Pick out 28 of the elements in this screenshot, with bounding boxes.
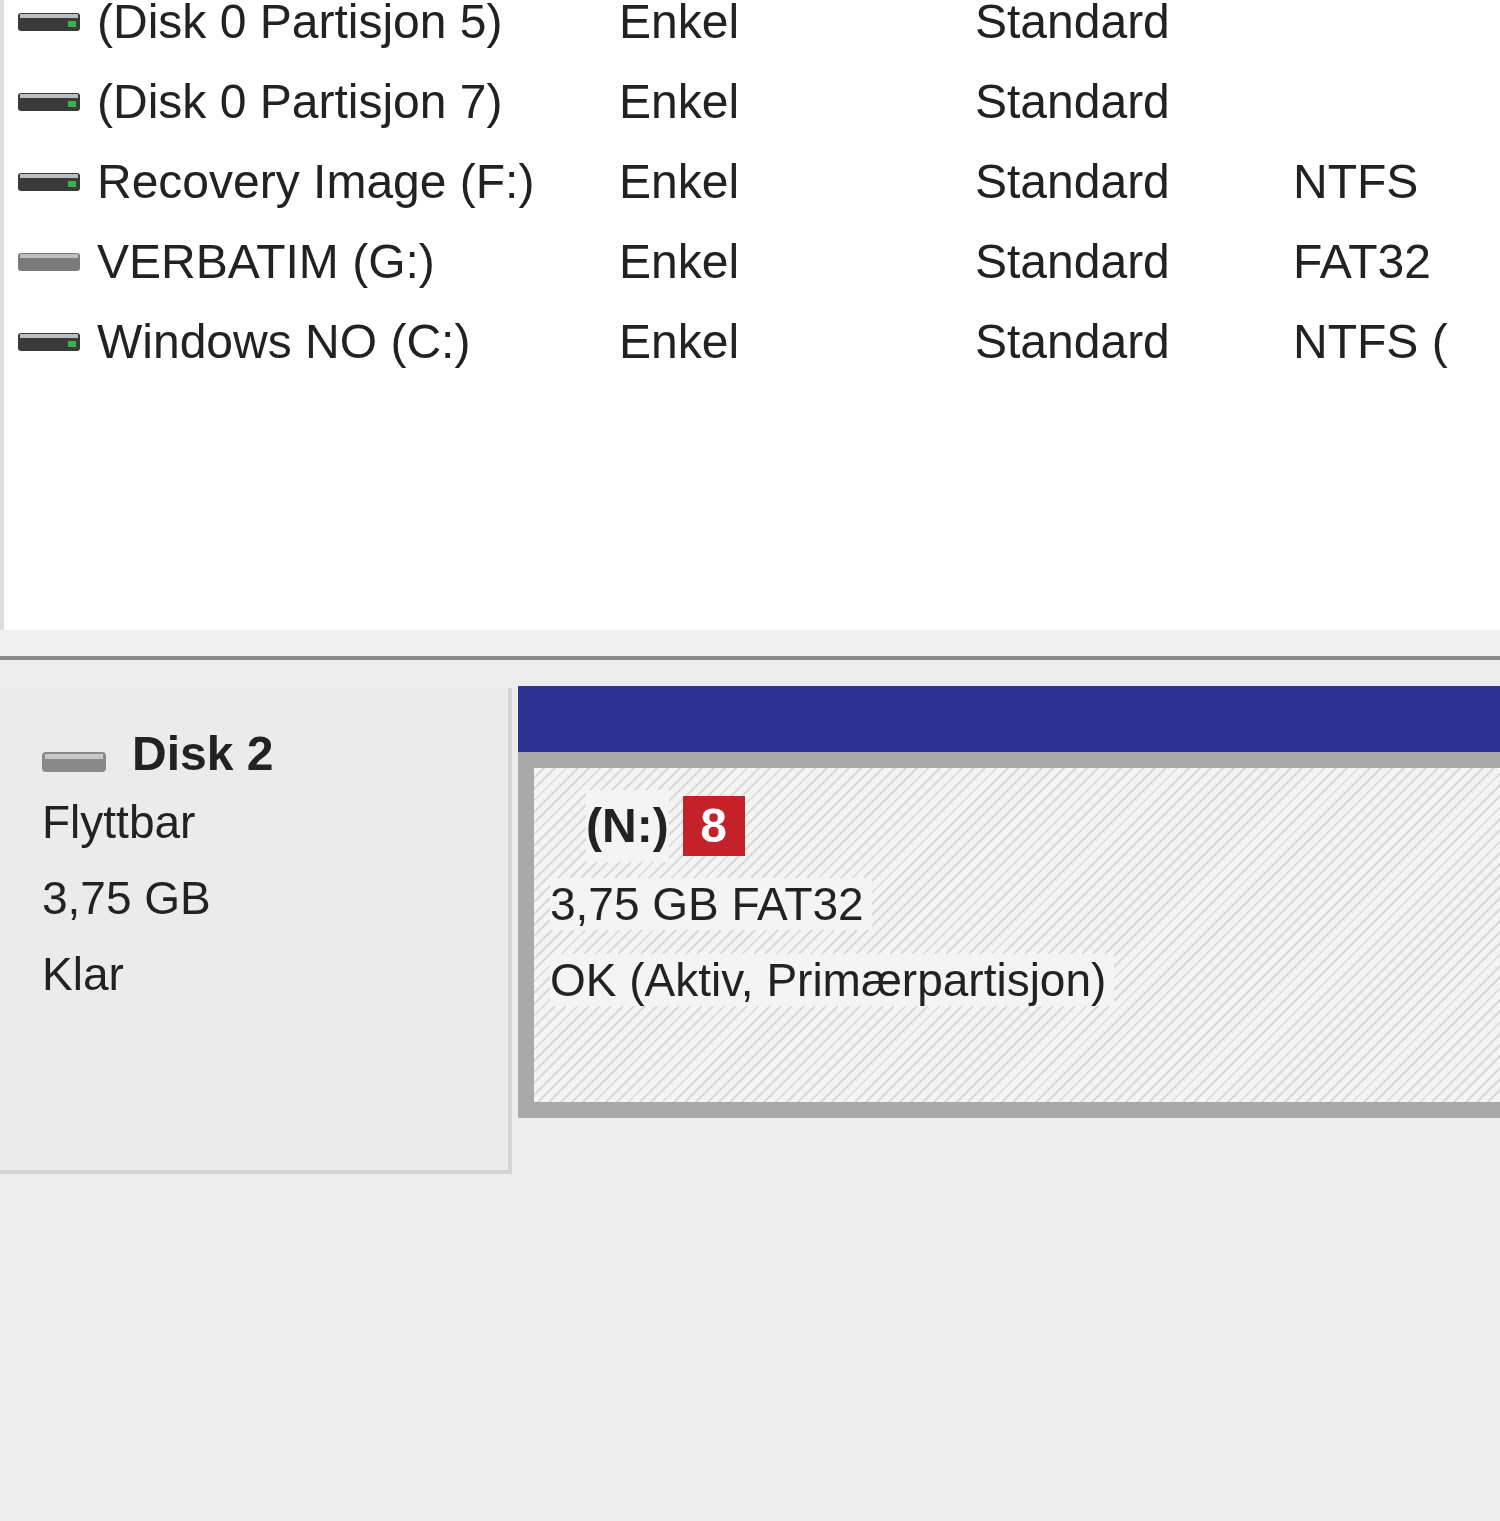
- disk-size: 3,75 GB: [42, 871, 212, 926]
- volume-name: (Disk 0 Partisjon 7): [97, 75, 503, 128]
- disk-name: Disk 2: [132, 730, 274, 778]
- volume-name: VERBATIM (G:): [97, 235, 435, 288]
- volume-name: Recovery Image (F:): [97, 155, 535, 208]
- layout-cell: Enkel: [619, 75, 740, 128]
- layout-cell: Enkel: [619, 155, 740, 208]
- partition-block[interactable]: (N:) 8 3,75 GB FAT32 OK (Aktiv, Primærpartisjon): [518, 752, 1500, 1118]
- file-system-cell: NTFS: [1293, 155, 1419, 208]
- file-system-cell: FAT32: [1293, 235, 1431, 288]
- type-cell: Standard: [975, 75, 1170, 128]
- disk-status: Klar: [42, 947, 125, 1002]
- type-cell: Standard: [975, 155, 1170, 208]
- pane-splitter[interactable]: [0, 630, 1500, 660]
- layout-cell: Enkel: [619, 0, 740, 48]
- callout-badge: 8: [682, 796, 745, 856]
- file-system-cell: NTFS (: [1293, 315, 1448, 368]
- partition-label: (N:): [586, 790, 669, 862]
- disk-type: Flyttbar: [42, 795, 197, 850]
- volume-name: Windows NO (C:): [97, 315, 471, 368]
- volume-name: (Disk 0 Partisjon 5): [97, 0, 503, 48]
- type-cell: Standard: [975, 235, 1170, 288]
- type-cell: Standard: [975, 315, 1170, 368]
- type-cell: Standard: [975, 0, 1170, 48]
- partition-status: OK (Aktiv, Primærpartisjon): [550, 954, 1115, 1006]
- partition-size: 3,75 GB FAT32: [550, 878, 872, 930]
- layout-cell: Enkel: [619, 235, 740, 288]
- layout-cell: Enkel: [619, 315, 740, 368]
